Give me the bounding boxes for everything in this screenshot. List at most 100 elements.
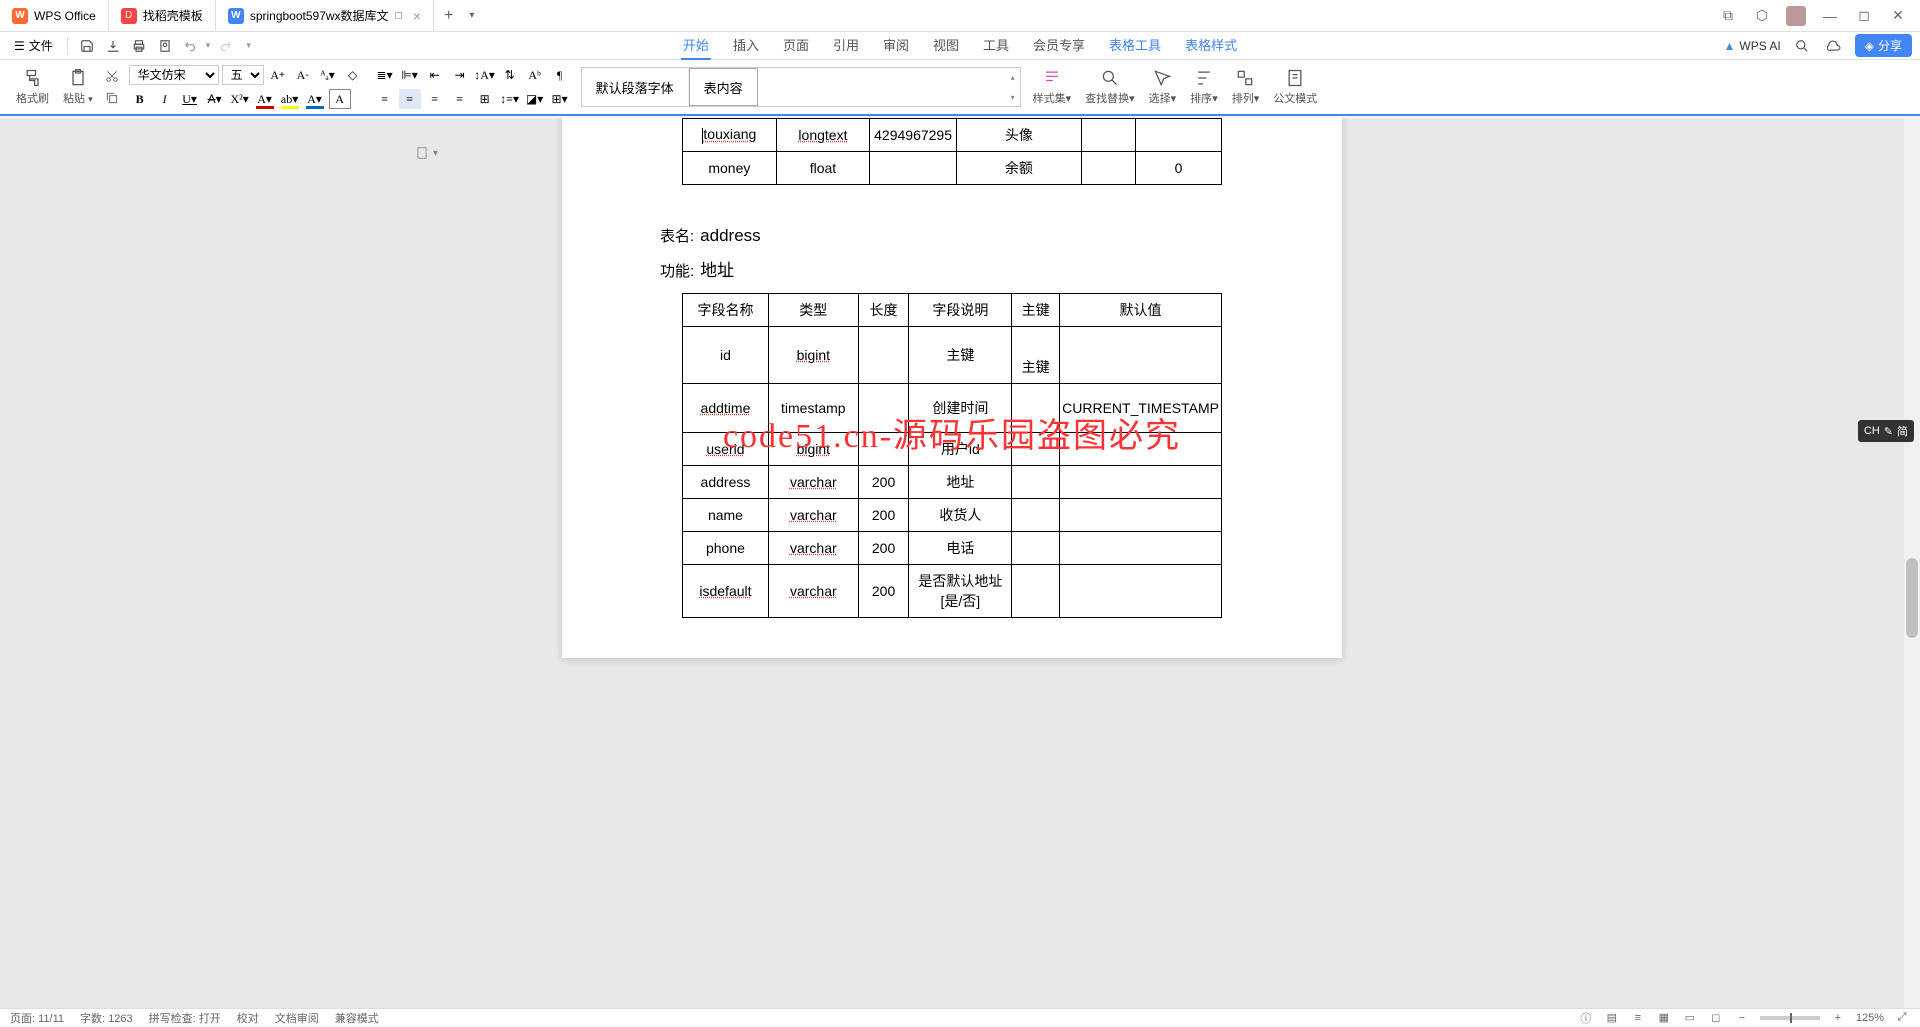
tab-start[interactable]: 开始 xyxy=(681,31,711,60)
align-center-button[interactable]: ≡ xyxy=(399,89,421,109)
cloud-button[interactable] xyxy=(1823,35,1845,57)
copy-button[interactable] xyxy=(101,88,123,108)
asian-layout-button[interactable]: Aᵇ xyxy=(524,65,546,85)
tab-reference[interactable]: 引用 xyxy=(831,31,861,60)
close-icon[interactable]: × xyxy=(413,8,421,24)
view-outline-icon[interactable]: ≡ xyxy=(1630,1010,1646,1026)
document-area[interactable]: ▾ touxiang longtext 4294967295 头像 money … xyxy=(0,118,1904,1008)
paste-button[interactable]: 粘贴 ▾ xyxy=(57,66,99,108)
cut-button[interactable] xyxy=(101,66,123,86)
line-spacing-button[interactable]: ↕≡▾ xyxy=(499,89,521,109)
italic-button[interactable]: I xyxy=(154,89,176,109)
style-scroll-up[interactable]: ▴ xyxy=(1006,67,1020,87)
tab-table-style[interactable]: 表格样式 xyxy=(1183,31,1239,60)
table-row[interactable]: addressvarchar200地址 xyxy=(683,466,1222,499)
tab-dropdown[interactable]: ▾ xyxy=(463,10,480,21)
undo-button[interactable] xyxy=(180,35,202,57)
info-icon[interactable]: ⓘ xyxy=(1578,1010,1594,1026)
tab-insert[interactable]: 插入 xyxy=(731,31,761,60)
status-mode[interactable]: 兼容模式 xyxy=(335,1010,379,1026)
arrange-button[interactable]: 排列▾ xyxy=(1226,66,1266,108)
fit-icon[interactable]: ⤢ xyxy=(1894,1010,1910,1026)
table-row[interactable]: isdefaultvarchar200是否默认地址[是/否] xyxy=(683,565,1222,618)
share-button[interactable]: ◈ 分享 xyxy=(1855,34,1912,57)
distribute-button[interactable]: ⊞ xyxy=(474,89,496,109)
para-shading-button[interactable]: ◪▾ xyxy=(524,89,546,109)
change-case-button[interactable]: ᴬₐ▾ xyxy=(317,65,339,85)
undo-dropdown[interactable]: ▾ xyxy=(206,40,211,51)
align-justify-button[interactable]: ≡ xyxy=(449,89,471,109)
save-button[interactable] xyxy=(76,35,98,57)
vertical-scrollbar[interactable] xyxy=(1904,118,1920,1008)
table-row[interactable]: money float 余额 0 xyxy=(683,152,1222,185)
print-preview-button[interactable] xyxy=(154,35,176,57)
status-spell[interactable]: 拼写检查: 打开 xyxy=(149,1010,221,1026)
search-button[interactable] xyxy=(1791,35,1813,57)
increase-indent-button[interactable]: ⇥ xyxy=(449,65,471,85)
style-default[interactable]: 默认段落字体 xyxy=(582,68,689,106)
clear-format-button[interactable]: ◇ xyxy=(342,65,364,85)
view-print-icon[interactable]: ▤ xyxy=(1604,1010,1620,1026)
quickbar-more[interactable]: ▾ xyxy=(246,40,251,51)
shading-button[interactable]: A▾ xyxy=(304,89,326,109)
official-mode-button[interactable]: 公文模式 xyxy=(1267,66,1323,108)
decrease-indent-button[interactable]: ⇤ xyxy=(424,65,446,85)
view-web-icon[interactable]: ▦ xyxy=(1656,1010,1672,1026)
file-menu[interactable]: ☰ 文件 xyxy=(8,35,59,56)
numbering-button[interactable]: ⊫▾ xyxy=(399,65,421,85)
zoom-out-icon[interactable]: − xyxy=(1734,1010,1750,1026)
char-border-button[interactable]: A xyxy=(329,89,351,109)
tab-restore-icon[interactable]: ◻ xyxy=(395,10,403,21)
minimize-icon[interactable]: — xyxy=(1820,6,1840,26)
table-row[interactable]: useridbigint用户id xyxy=(683,433,1222,466)
font-size-select[interactable]: 五号 xyxy=(222,65,264,85)
zoom-in-icon[interactable]: + xyxy=(1830,1010,1846,1026)
superscript-button[interactable]: X²▾ xyxy=(229,89,251,109)
table-address[interactable]: 字段名称 类型 长度 字段说明 主键 默认值 idbigint主键主键 addt… xyxy=(682,293,1222,618)
wps-ai-button[interactable]: ▲ WPS AI xyxy=(1724,39,1781,53)
tab-tools[interactable]: 工具 xyxy=(981,31,1011,60)
sort-column-button[interactable]: 排序▾ xyxy=(1184,66,1224,108)
avatar[interactable] xyxy=(1786,6,1806,26)
tab-docer[interactable]: D 找稻壳模板 xyxy=(109,0,216,31)
status-review[interactable]: 文档审阅 xyxy=(275,1010,319,1026)
table-fragment-1[interactable]: touxiang longtext 4294967295 头像 money fl… xyxy=(682,118,1222,185)
increase-font-button[interactable]: A+ xyxy=(267,65,289,85)
tab-view[interactable]: 视图 xyxy=(931,31,961,60)
highlight-button[interactable]: ab▾ xyxy=(279,89,301,109)
status-proof[interactable]: 校对 xyxy=(237,1010,259,1026)
strikethrough-button[interactable]: A▾ xyxy=(204,89,226,109)
table-header-row[interactable]: 字段名称 类型 长度 字段说明 主键 默认值 xyxy=(683,294,1222,327)
style-table-content[interactable]: 表内容 xyxy=(689,68,758,106)
tab-wps-office[interactable]: W WPS Office xyxy=(0,0,109,31)
scrollbar-thumb[interactable] xyxy=(1906,558,1918,638)
window-group-icon[interactable]: ⧉ xyxy=(1718,6,1738,26)
align-left-button[interactable]: ≡ xyxy=(374,89,396,109)
table-row[interactable]: idbigint主键主键 xyxy=(683,327,1222,384)
view-focus-icon[interactable]: ◻ xyxy=(1708,1010,1724,1026)
print-button[interactable] xyxy=(128,35,150,57)
text-direction-button[interactable]: ↕A▾ xyxy=(474,65,496,85)
ime-indicator[interactable]: CH ✎ 简 xyxy=(1858,420,1914,442)
new-tab-button[interactable]: + xyxy=(434,7,463,25)
table-row[interactable]: addtimetimestamp创建时间CURRENT_TIMESTAMP xyxy=(683,384,1222,433)
underline-button[interactable]: U▾ xyxy=(179,89,201,109)
font-name-select[interactable]: 华文仿宋 xyxy=(129,65,219,85)
table-row[interactable]: namevarchar200收货人 xyxy=(683,499,1222,532)
close-window-icon[interactable]: ✕ xyxy=(1888,6,1908,26)
sort-button[interactable]: ⇅ xyxy=(499,65,521,85)
decrease-font-button[interactable]: A- xyxy=(292,65,314,85)
font-color-button[interactable]: A▾ xyxy=(254,89,276,109)
maximize-icon[interactable]: ◻ xyxy=(1854,6,1874,26)
status-zoom[interactable]: 125% xyxy=(1856,1012,1884,1024)
show-marks-button[interactable]: ¶ xyxy=(549,65,571,85)
tab-table-tools[interactable]: 表格工具 xyxy=(1107,31,1163,60)
format-painter-button[interactable]: 格式刷 xyxy=(10,66,55,108)
status-page[interactable]: 页面: 11/11 xyxy=(10,1010,64,1026)
cube-icon[interactable]: ⬡ xyxy=(1752,6,1772,26)
table-row[interactable]: touxiang longtext 4294967295 头像 xyxy=(683,119,1222,152)
borders-button[interactable]: ⊞▾ xyxy=(549,89,571,109)
styleset-button[interactable]: 样式集▾ xyxy=(1027,66,1078,108)
tab-member[interactable]: 会员专享 xyxy=(1031,31,1087,60)
style-scroll-down[interactable]: ▾ xyxy=(1006,87,1020,107)
